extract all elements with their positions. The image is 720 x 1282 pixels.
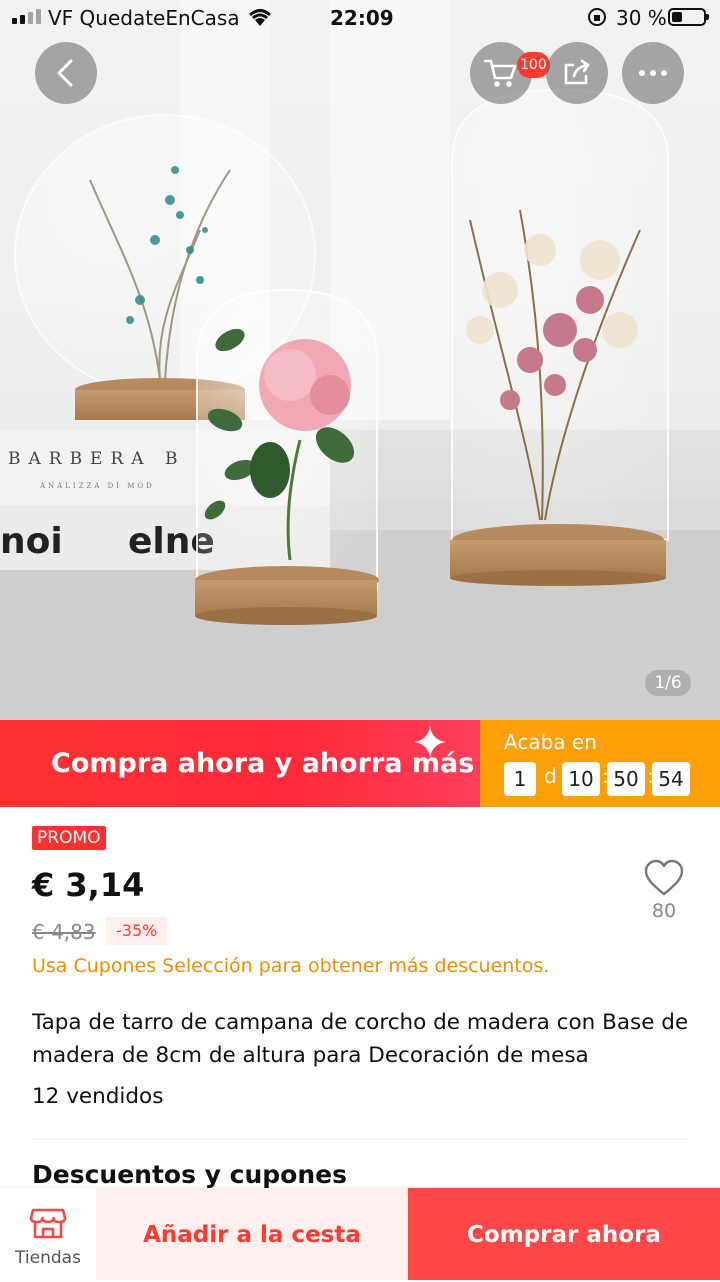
- book-spine-subtext: ANALIZZA DI MOD: [39, 482, 155, 490]
- sparkle-icon: [414, 726, 446, 758]
- promo-tag: PROMO: [32, 826, 106, 850]
- more-options-button[interactable]: [622, 42, 684, 104]
- countdown-seconds: 54: [652, 762, 690, 796]
- flash-sale-banner[interactable]: Compra ahora y ahorra más Acaba en 1 d 1…: [0, 720, 720, 807]
- more-icon: [639, 70, 667, 76]
- rotation-lock-icon: [587, 7, 607, 32]
- countdown-day-unit: d: [544, 764, 557, 788]
- store-button[interactable]: Tiendas: [0, 1188, 96, 1280]
- share-icon: [564, 59, 590, 85]
- magazine-spine-text: noi: [0, 521, 63, 562]
- store-label: Tiendas: [15, 1248, 81, 1268]
- cart-count-badge: 100: [517, 52, 550, 78]
- discounts-section-title[interactable]: Descuentos y cupones: [32, 1160, 347, 1189]
- book-spine-text: BARBERA B: [8, 449, 185, 469]
- bottom-action-bar: Tiendas Añadir a la cesta Comprar ahora: [0, 1188, 720, 1280]
- store-icon: [29, 1208, 67, 1239]
- carrier-name: VF QuedateEnCasa: [48, 6, 240, 30]
- ends-in-label: Acaba en: [504, 730, 597, 754]
- current-price: € 3,14: [32, 866, 145, 904]
- sold-count: 12 vendidos: [32, 1084, 164, 1109]
- countdown-days: 1: [504, 762, 536, 796]
- cart-icon: [483, 59, 517, 87]
- discount-badge: -35%: [106, 917, 168, 945]
- coupon-note[interactable]: Usa Cupones Selección para obtener más d…: [32, 955, 549, 977]
- countdown-panel: Acaba en 1 d 10 : 50 : 54: [480, 720, 720, 807]
- add-to-cart-button[interactable]: Añadir a la cesta: [96, 1188, 408, 1280]
- product-photo: BARBERA B ANALIZZA DI MOD noi elne: [0, 0, 720, 720]
- battery-percent: 30 %: [616, 6, 667, 30]
- wifi-icon: [247, 6, 273, 33]
- cell-signal-icon: [12, 9, 41, 24]
- share-button[interactable]: [546, 42, 608, 104]
- product-title: Tapa de tarro de campana de corcho de ma…: [32, 1010, 689, 1068]
- back-arrow-icon: [57, 59, 73, 87]
- countdown-hours: 10: [562, 762, 600, 796]
- countdown-minutes: 50: [607, 762, 645, 796]
- original-price: € 4,83: [32, 920, 96, 944]
- back-button[interactable]: [35, 42, 97, 104]
- divider: [32, 1139, 688, 1140]
- wishlist-heart-icon[interactable]: [643, 858, 685, 898]
- battery-icon: [668, 8, 709, 26]
- wishlist-count: 80: [651, 900, 677, 922]
- product-image-carousel[interactable]: BARBERA B ANALIZZA DI MOD noi elne VF Qu…: [0, 0, 720, 720]
- buy-now-button[interactable]: Comprar ahora: [408, 1188, 720, 1280]
- status-bar: VF QuedateEnCasa 22:09 30 %: [0, 0, 720, 36]
- photo-counter: 1/6: [645, 670, 691, 696]
- clock: 22:09: [330, 6, 394, 30]
- banner-text: Compra ahora y ahorra más: [0, 720, 480, 807]
